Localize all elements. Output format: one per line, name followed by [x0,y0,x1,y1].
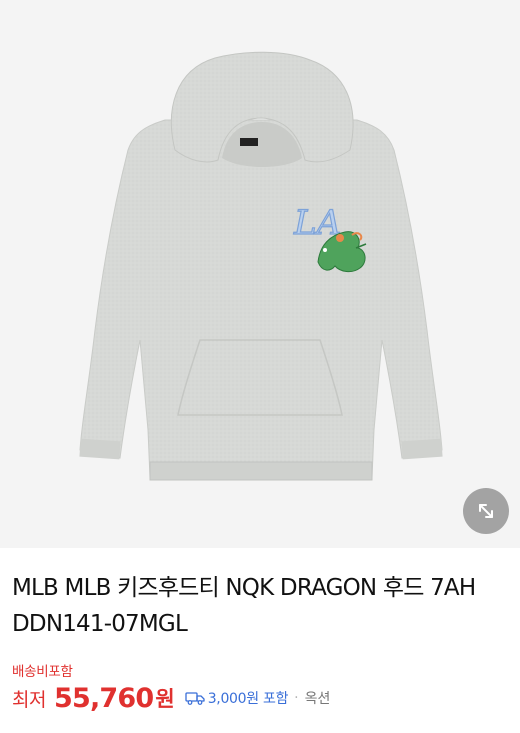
expand-image-button[interactable] [463,488,509,534]
expand-diagonal-icon [479,504,493,518]
hoodie-illustration: LA [79,51,443,481]
price-unit: 원 [155,687,175,711]
shipping-included-note: 배송비포함 [12,664,73,680]
price-value: 55,760 [53,682,154,714]
separator-dot: · [294,690,299,706]
shipping-fee-text: 3,000원 포함 [207,691,289,707]
product-image[interactable]: LA [0,0,520,548]
shipping-fee: 3,000원 포함 [185,688,288,708]
price-label: 최저 [12,688,46,711]
seller-option[interactable]: 옥션 [305,688,331,708]
delivery-truck-icon [185,691,205,705]
price-row: 최저 55,760 원 3,000원 포함 · 옥션 [12,682,330,714]
product-title[interactable]: MLB MLB 키즈후드티 NQK DRAGON 후드 7AH DDN141-0… [12,570,508,642]
product-info: MLB MLB 키즈후드티 NQK DRAGON 후드 7AH DDN141-0… [12,570,508,642]
